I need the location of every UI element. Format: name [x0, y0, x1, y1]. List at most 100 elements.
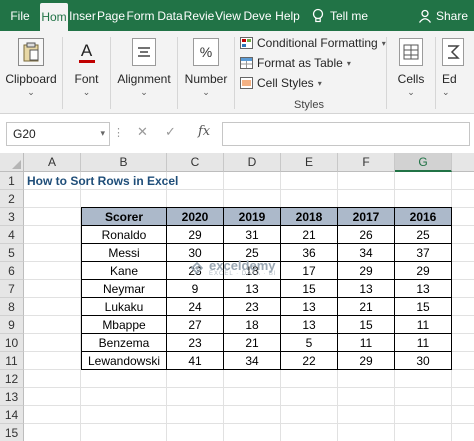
table-cell-value[interactable]: 29 — [395, 262, 452, 280]
formula-input[interactable] — [222, 122, 470, 146]
cancel-button[interactable]: ✕ — [137, 124, 148, 140]
table-cell-value[interactable]: 29 — [167, 226, 224, 244]
table-cell-value[interactable]: 30 — [395, 352, 452, 370]
enter-button[interactable]: ✓ — [165, 124, 176, 140]
table-cell-value[interactable]: 13 — [281, 316, 338, 334]
column-header-f[interactable]: F — [338, 153, 395, 172]
table-cell-value[interactable]: 26 — [338, 226, 395, 244]
table-cell-scorer[interactable]: Lewandowski — [81, 352, 167, 370]
column-header-g[interactable]: G — [395, 153, 452, 172]
table-cell-value[interactable]: 23 — [224, 298, 281, 316]
share-button[interactable]: Share — [418, 0, 474, 31]
worksheet-grid[interactable]: A B C D E F G 1 2 3 4 5 6 7 8 9 10 11 12 13 14 15 How to Sort … — [0, 153, 474, 441]
font-group[interactable]: A Font ⌄ — [63, 31, 110, 114]
row-header-1[interactable]: 1 — [0, 172, 24, 190]
row-header-7[interactable]: 7 — [0, 280, 24, 298]
table-cell-value[interactable]: 13 — [395, 280, 452, 298]
tab-page-layout[interactable]: Page — [97, 0, 125, 31]
table-cell-value[interactable]: 41 — [167, 352, 224, 370]
row-header-13[interactable]: 13 — [0, 388, 24, 406]
table-header-cell[interactable]: 2020 — [167, 207, 224, 226]
row-header-2[interactable]: 2 — [0, 190, 24, 208]
format-as-table-button[interactable]: Format as Table ▾ — [240, 56, 351, 70]
editing-group[interactable]: Ed ⌄ — [436, 31, 474, 114]
table-cell-scorer[interactable]: Lukaku — [81, 298, 167, 316]
table-cell-value[interactable]: 34 — [338, 244, 395, 262]
insert-function-button[interactable]: fx — [198, 124, 210, 139]
table-cell-value[interactable]: 11 — [395, 316, 452, 334]
table-cell-value[interactable]: 13 — [338, 280, 395, 298]
number-group[interactable]: % Number ⌄ — [178, 31, 234, 114]
column-header-partial[interactable] — [452, 153, 474, 172]
cell-styles-button[interactable]: Cell Styles ▾ — [240, 76, 322, 90]
conditional-formatting-button[interactable]: Conditional Formatting ▾ — [240, 36, 386, 50]
row-header-11[interactable]: 11 — [0, 352, 24, 370]
table-cell-value[interactable]: 24 — [167, 298, 224, 316]
tab-developer[interactable]: Deve — [242, 0, 273, 31]
table-cell-value[interactable]: 21 — [338, 298, 395, 316]
table-cell-value[interactable]: 17 — [281, 262, 338, 280]
tab-formulas[interactable]: Form — [125, 0, 156, 31]
table-cell-value[interactable]: 34 — [224, 352, 281, 370]
row-header-8[interactable]: 8 — [0, 298, 24, 316]
table-cell-value[interactable]: 37 — [395, 244, 452, 262]
chevron-down-icon[interactable]: ▾ — [100, 128, 105, 139]
tab-data[interactable]: Data — [156, 0, 184, 31]
name-box[interactable]: G20 ▾ — [6, 122, 110, 146]
table-cell-value[interactable]: 15 — [281, 280, 338, 298]
alignment-group[interactable]: Alignment ⌄ — [111, 31, 177, 114]
column-header-c[interactable]: C — [167, 153, 224, 172]
table-cell-value[interactable]: 22 — [281, 352, 338, 370]
tab-insert[interactable]: Inser — [68, 0, 97, 31]
table-cell-value[interactable]: 18 — [224, 316, 281, 334]
more-icon[interactable]: ⋮ — [113, 126, 125, 139]
tell-me-search[interactable]: Tell me — [312, 0, 368, 31]
table-header-cell[interactable]: 2019 — [224, 207, 281, 226]
table-cell-value[interactable]: 13 — [224, 280, 281, 298]
table-cell-value[interactable]: 15 — [395, 298, 452, 316]
table-header-cell[interactable]: 2016 — [395, 207, 452, 226]
column-header-b[interactable]: B — [81, 153, 167, 172]
row-header-6[interactable]: 6 — [0, 262, 24, 280]
table-cell-scorer[interactable]: Ronaldo — [81, 226, 167, 244]
row-header-12[interactable]: 12 — [0, 370, 24, 388]
table-cell-value[interactable]: 9 — [167, 280, 224, 298]
column-header-d[interactable]: D — [224, 153, 281, 172]
table-cell-scorer[interactable]: Benzema — [81, 334, 167, 352]
row-header-15[interactable]: 15 — [0, 424, 24, 441]
table-header-cell[interactable]: 2017 — [338, 207, 395, 226]
table-cell-value[interactable]: 11 — [338, 334, 395, 352]
row-header-3[interactable]: 3 — [0, 208, 24, 226]
table-header-cell[interactable]: Scorer — [81, 207, 167, 226]
table-cell-value[interactable]: 21 — [224, 334, 281, 352]
table-cell-value[interactable]: 29 — [338, 352, 395, 370]
table-header-cell[interactable]: 2018 — [281, 207, 338, 226]
table-cell-value[interactable]: 25 — [395, 226, 452, 244]
table-cell-value[interactable]: 13 — [281, 298, 338, 316]
cells-group[interactable]: Cells ⌄ — [387, 31, 435, 114]
row-header-9[interactable]: 9 — [0, 316, 24, 334]
table-cell-value[interactable]: 11 — [395, 334, 452, 352]
tab-home[interactable]: Hom — [40, 3, 68, 31]
row-header-4[interactable]: 4 — [0, 226, 24, 244]
table-cell-scorer[interactable]: Messi — [81, 244, 167, 262]
table-cell-value[interactable]: 23 — [167, 334, 224, 352]
row-header-5[interactable]: 5 — [0, 244, 24, 262]
tab-file[interactable]: File — [0, 0, 40, 31]
table-cell-scorer[interactable]: Neymar — [81, 280, 167, 298]
table-cell-value[interactable]: 21 — [281, 226, 338, 244]
table-cell-scorer[interactable]: Kane — [81, 262, 167, 280]
table-cell-value[interactable]: 31 — [224, 226, 281, 244]
clipboard-group[interactable]: Clipboard ⌄ — [0, 31, 62, 114]
row-header-10[interactable]: 10 — [0, 334, 24, 352]
row-header-14[interactable]: 14 — [0, 406, 24, 424]
table-cell-value[interactable]: 27 — [167, 316, 224, 334]
table-cell-value[interactable]: 29 — [338, 262, 395, 280]
table-cell-value[interactable]: 5 — [281, 334, 338, 352]
table-cell-value[interactable]: 36 — [281, 244, 338, 262]
column-header-e[interactable]: E — [281, 153, 338, 172]
tab-review[interactable]: Revie — [184, 0, 214, 31]
tab-view[interactable]: View — [214, 0, 242, 31]
tab-help[interactable]: Help — [273, 0, 302, 31]
select-all-button[interactable] — [0, 153, 24, 172]
